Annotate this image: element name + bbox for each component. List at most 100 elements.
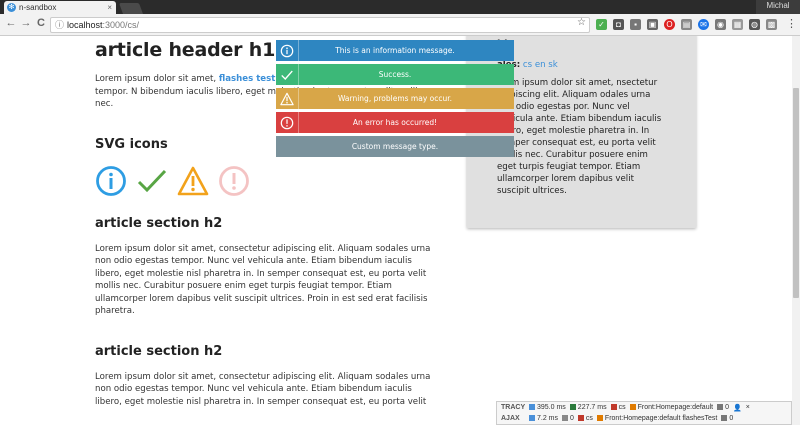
error-icon (219, 165, 249, 196)
flash-messages: This is an information message. Success.… (276, 40, 514, 160)
sidebar-heading: ide (497, 39, 666, 51)
browser-menu-icon[interactable]: ⋮ (786, 17, 797, 30)
tracy-memory-panel[interactable]: 227.7 ms (569, 404, 607, 411)
flash-warning[interactable]: Warning, problems may occur. (276, 88, 514, 109)
check-icon (276, 64, 299, 85)
error-icon (276, 112, 299, 133)
flash-message: This is an information message. (335, 46, 455, 55)
database-icon (717, 404, 724, 411)
tracy-row: TRACY 395.0 ms 227.7 ms cs Front:Homepag… (497, 402, 791, 413)
user-profile-button[interactable]: Michal (756, 0, 800, 14)
warning-icon (177, 166, 209, 195)
section-paragraph: Lorem ipsum dolor sit amet, consectetur … (95, 243, 431, 317)
locales-row: ales: cs en sk (497, 59, 666, 71)
flash-success[interactable]: Success. (276, 64, 514, 85)
extension-icon[interactable]: ✓ (596, 19, 607, 30)
locale-en-link[interactable]: en (535, 60, 546, 70)
tracy-lang-panel[interactable]: cs (610, 404, 626, 411)
tracy-db-panel[interactable]: 0 (721, 415, 733, 422)
time-icon (529, 415, 535, 422)
memory-icon (569, 404, 576, 411)
info-icon (96, 165, 126, 196)
flash-message: Custom message type. (351, 142, 439, 151)
tab-close-icon[interactable]: × (107, 3, 112, 12)
tracy-lang: cs (618, 404, 626, 411)
tracy-close-icon[interactable]: × (746, 404, 750, 411)
presenter-icon (596, 415, 603, 422)
page-viewport: article header h1 Lorem ipsum dolor sit … (0, 36, 792, 425)
tracy-presenter: Front:Homepage:default (637, 404, 714, 411)
favicon-icon: ✻ (7, 3, 16, 12)
extension-icon[interactable]: ▣ (647, 19, 658, 30)
browser-tab-bar: ✻ n-sandbox × Michal (0, 0, 800, 14)
messenger-icon[interactable]: ✉ (698, 19, 709, 30)
extension-icon[interactable]: ◍ (749, 19, 760, 30)
database-icon (721, 415, 728, 422)
forward-icon[interactable]: → (19, 17, 33, 29)
tracy-time: 7.2 ms (537, 415, 559, 422)
tracy-time-panel[interactable]: 395.0 ms (529, 404, 566, 411)
section-paragraph: Lorem ipsum dolor sit amet, consectetur … (95, 371, 431, 407)
reload-icon[interactable]: C (34, 17, 48, 29)
flashes-test-link[interactable]: flashes test (219, 74, 276, 84)
tracy-debug-bar: TRACY 395.0 ms 227.7 ms cs Front:Homepag… (496, 401, 792, 425)
flash-error[interactable]: An error has occurred! (276, 112, 514, 133)
time-icon (529, 404, 535, 411)
section-heading: article section h2 (95, 343, 223, 359)
tracy-memory: 227.7 ms (577, 404, 607, 411)
flag-icon (577, 415, 584, 422)
extension-icon[interactable]: ▪ (630, 19, 641, 30)
new-tab-button[interactable] (118, 3, 144, 14)
tracy-lang: cs (585, 415, 593, 422)
flash-message: Success. (378, 70, 412, 79)
back-icon[interactable]: ← (4, 17, 18, 29)
tab-title: n-sandbox (19, 3, 57, 12)
extension-icon[interactable]: ▩ (766, 19, 777, 30)
tracy-presenter-panel[interactable]: Front:Homepage:default (629, 404, 714, 411)
page-info-icon[interactable]: ⓘ (55, 18, 64, 32)
opera-icon[interactable]: O (664, 19, 675, 30)
memory-icon (562, 415, 569, 422)
camera-icon[interactable]: ◉ (715, 19, 726, 30)
tracy-presenter-panel[interactable]: Front:Homepage:default flashesTest (596, 415, 718, 422)
tracy-db-panel[interactable]: 0 (717, 404, 729, 411)
sidebar-paragraph: orem ipsum dolor sit amet, nsectetur adi… (497, 78, 662, 196)
presenter-icon (629, 404, 636, 411)
scrollbar-thumb[interactable] (793, 88, 799, 298)
svg-icons-row (95, 164, 440, 198)
tracy-time: 395.0 ms (537, 404, 566, 411)
tracy-memory: 0 (570, 415, 574, 422)
section-heading: article section h2 (95, 215, 223, 231)
locale-sk-link[interactable]: sk (548, 60, 557, 70)
tracy-lang-panel[interactable]: cs (577, 415, 593, 422)
tracy-memory-panel[interactable]: 0 (562, 415, 574, 422)
address-bar[interactable]: ⓘ localhost:3000/cs/ (50, 17, 590, 33)
page-scrollbar[interactable] (792, 36, 800, 425)
flash-info[interactable]: This is an information message. (276, 40, 514, 61)
browser-tab[interactable]: ✻ n-sandbox × (4, 1, 116, 14)
url-path: :3000/cs/ (102, 20, 140, 30)
flash-custom[interactable]: Custom message type. (276, 136, 514, 157)
tracy-user-icon[interactable]: 👤 (733, 404, 742, 412)
check-icon (137, 169, 167, 192)
tracy-count: 0 (729, 415, 734, 422)
url-host: localhost (67, 20, 103, 30)
tracy-presenter: Front:Homepage:default flashesTest (604, 415, 718, 422)
tracy-count: 0 (725, 404, 729, 411)
browser-toolbar: ← → C ⓘ localhost:3000/cs/ ☆ ✓ ◘ ▪ ▣ O ▤… (0, 14, 800, 36)
info-icon (276, 40, 299, 61)
tracy-ajax-label: AJAX (501, 415, 520, 422)
pocket-icon[interactable]: ◘ (613, 19, 624, 30)
flag-icon (610, 404, 617, 411)
flash-message: Warning, problems may occur. (337, 94, 453, 103)
intro-text: Lorem ipsum dolor sit amet, (95, 74, 219, 84)
warning-icon (276, 88, 299, 109)
tracy-logo[interactable]: TRACY (501, 404, 525, 411)
tracy-time-panel[interactable]: 7.2 ms (529, 415, 558, 422)
flash-message: An error has occurred! (352, 118, 438, 127)
extension-icon[interactable]: ▤ (681, 19, 692, 30)
tracy-row: AJAX 7.2 ms 0 cs Front:Homepage:default … (497, 413, 791, 424)
bookmark-star-icon[interactable]: ☆ (577, 17, 586, 28)
extension-icon[interactable]: ▦ (732, 19, 743, 30)
locale-cs-link[interactable]: cs (523, 60, 532, 70)
